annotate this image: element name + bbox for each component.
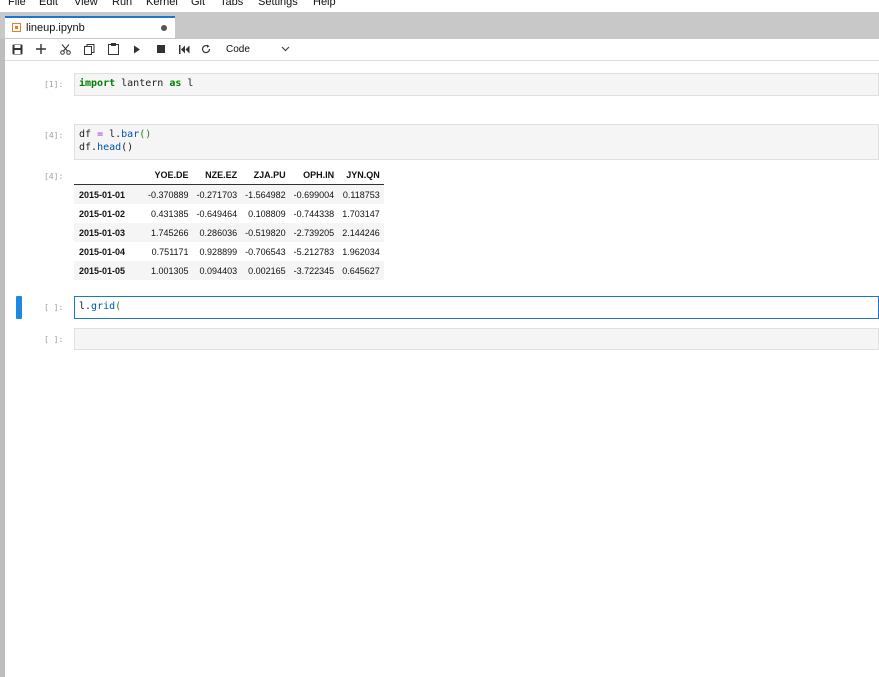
row-index: 2015-01-04 [79,246,126,257]
cell-1-prompt: [1]: [44,80,64,89]
table-cell: 0.108809 [248,208,286,219]
table-cell: 0.928899 [199,246,238,257]
active-cell-indicator[interactable] [16,296,22,319]
stop-icon[interactable] [154,42,168,56]
menu-settings[interactable]: Settings [258,0,298,9]
table-cell: -0.744338 [293,208,335,219]
tab-label: lineup.ipynb [26,22,85,34]
menu-file[interactable]: File [8,0,26,9]
code-token: l [181,78,194,89]
cell-4-editor[interactable] [74,328,879,350]
code-token: ( [115,301,122,312]
cell-4-prompt: [ ]: [44,335,64,344]
column-header: NZE.EZ [192,166,242,185]
table-cell: 0.751171 [151,246,189,257]
menu-tabs[interactable]: Tabs [220,0,243,9]
copy-icon[interactable] [82,42,96,56]
table-header-row: YOE.DE NZE.EZ ZJA.PU OPH.IN JYN.QN [74,166,384,185]
cell-3-prompt: [ ]: [44,303,64,312]
menu-kernel[interactable]: Kernel [146,0,178,9]
code-token: l. [103,129,122,140]
cell-type-value: Code [226,44,250,55]
table-cell: -1.564982 [241,184,290,204]
table-cell: -0.649464 [196,208,238,219]
row-index: 2015-01-03 [74,223,144,242]
table-row: 2015-01-03 1.745266 0.286036 -0.519820 -… [74,223,384,242]
code-token: df [79,129,98,140]
table-cell: 1.962034 [342,246,380,257]
table-row: 2015-01-05 1.001305 0.094403 0.002165 -3… [74,261,384,280]
table-cell: 0.431385 [151,208,189,219]
table-cell: 1.001305 [144,261,193,280]
code-token: import [79,78,116,89]
add-cell-icon[interactable] [34,42,48,56]
table-cell: -0.519820 [241,223,290,242]
menu-bar: File Edit View Run Kernel Git Tabs Setti… [0,0,879,12]
cell-2-prompt: [4]: [44,131,64,140]
code-token: () [121,142,134,153]
code-token: grid [91,301,116,312]
cell-2-editor[interactable]: df = l.bar() df.head() [74,124,879,160]
cell-2-output-prompt: [4]: [44,172,64,181]
column-header [74,166,144,185]
table-cell: -0.706543 [245,246,286,257]
code-token: df. [79,142,98,153]
table-cell: 0.286036 [192,223,242,242]
row-index: 2015-01-02 [79,208,126,219]
table-cell: 0.118753 [338,184,384,204]
paste-icon[interactable] [106,42,120,56]
table-cell: 2.144246 [338,223,384,242]
cell-3-editor[interactable]: l.grid( [74,296,879,319]
row-index: 2015-01-01 [74,184,144,204]
table-cell: -2.739205 [289,223,339,242]
notebook-icon [12,23,21,32]
table-cell: -0.699004 [289,184,339,204]
table-cell: -3.722345 [289,261,339,280]
table-row: 2015-01-02 0.431385 -0.649464 0.108809 -… [74,204,384,223]
cell-type-select[interactable]: Code [226,42,296,57]
run-icon[interactable] [130,42,144,56]
column-header: ZJA.PU [241,166,290,185]
table-cell: 0.002165 [241,261,290,280]
menu-run[interactable]: Run [112,0,132,9]
chevron-down-icon [281,42,290,57]
table-cell: 0.094403 [192,261,242,280]
menu-git[interactable]: Git [191,0,205,9]
notebook-toolbar: Code [5,39,879,61]
row-index: 2015-01-05 [74,261,144,280]
table-row: 2015-01-04 0.751171 0.928899 -0.706543 -… [74,242,384,261]
table-cell: -0.271703 [192,184,242,204]
table-cell: 0.645627 [338,261,384,280]
left-gutter [0,39,5,677]
table-cell: -0.370889 [144,184,193,204]
table-row: 2015-01-01 -0.370889 -0.271703 -1.564982… [74,184,384,204]
code-token: lantern [115,78,170,89]
menu-view[interactable]: View [74,0,98,9]
dataframe-table: YOE.DE NZE.EZ ZJA.PU OPH.IN JYN.QN 2015-… [74,166,384,280]
tab-notebook[interactable]: lineup.ipynb [5,16,175,38]
table-cell: 1.745266 [144,223,193,242]
code-token: head [97,142,122,153]
cut-icon[interactable] [58,42,72,56]
menu-edit[interactable]: Edit [39,0,58,9]
cell-1-editor[interactable]: import lantern as l [74,73,879,96]
table-cell: 1.703147 [342,208,380,219]
code-token: as [169,78,182,89]
unsaved-indicator-icon[interactable] [161,25,167,31]
column-header: YOE.DE [144,166,193,185]
column-header: OPH.IN [289,166,339,185]
code-token: bar [121,129,140,140]
save-icon[interactable] [10,42,24,56]
restart-run-all-icon[interactable] [177,42,191,56]
column-header: JYN.QN [338,166,384,185]
menu-help[interactable]: Help [313,0,336,9]
code-token: l. [79,301,92,312]
table-cell: -5.212783 [293,246,335,257]
restart-icon[interactable] [199,42,213,56]
code-token: () [139,129,152,140]
